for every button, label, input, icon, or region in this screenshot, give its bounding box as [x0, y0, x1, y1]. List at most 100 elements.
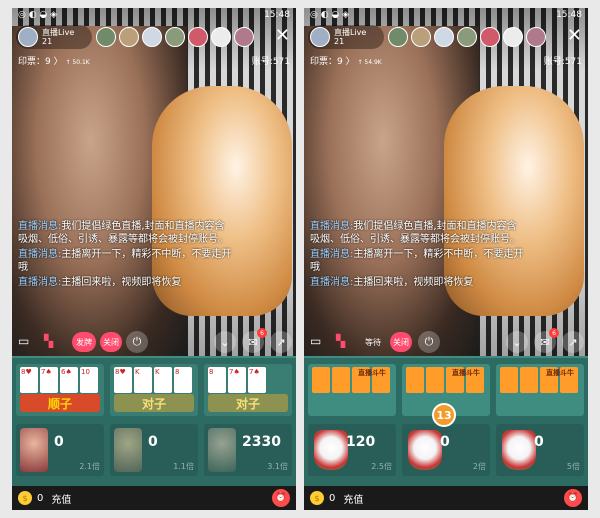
card-hand: 8 7♠ 7♠	[208, 367, 266, 393]
ticket-info[interactable]: 印票：9 〉 ↑ 54.9K	[310, 54, 382, 67]
viewer-avatar[interactable]	[119, 27, 139, 47]
viewer-avatar[interactable]	[211, 27, 231, 47]
ticket-label: 印票：9 〉	[18, 57, 63, 67]
hand-result: 对子	[114, 394, 194, 412]
chat-message: 直播消息:我们提倡绿色直播,封面和直播内容含吸烟、低俗、引诱、暴露等都将会被封停…	[310, 221, 520, 245]
cow-icon	[314, 430, 348, 470]
chat-messages: 直播消息:我们提倡绿色直播,封面和直播内容含吸烟、低俗、引诱、暴露等都将会被封停…	[18, 220, 232, 291]
alarm-icon[interactable]: ⏰	[272, 489, 290, 507]
game-panel: 8♥ 7♠ 6♠ 10 顺子 8♥ K K 8 对子 8 7♠ 7♠ 对子 0 …	[12, 356, 296, 486]
viewer-avatar[interactable]	[165, 27, 185, 47]
coin-balance: 0	[329, 492, 336, 504]
chat-message: 直播消息:主播回来啦，视频即将恢复	[18, 277, 182, 288]
bet-slot[interactable]: 0 2.1倍	[16, 424, 104, 476]
bet-value: 120	[346, 434, 376, 450]
character-image	[20, 428, 48, 472]
viewer-avatar[interactable]	[480, 27, 500, 47]
host-name: 直播Live	[334, 28, 367, 37]
bet-multiplier: 5倍	[566, 462, 580, 471]
status-bar: ◎ ◐ ◒ ◈ 15:48	[304, 8, 588, 22]
ticket-info[interactable]: 印票：9 〉 ↑ 50.1K	[18, 54, 90, 67]
chat-messages: 直播消息:我们提倡绿色直播,封面和直播内容含吸烟、低俗、引诱、暴露等都将会被封停…	[310, 220, 524, 291]
status-icons: ◎ ◐ ◒ ◈	[18, 10, 58, 20]
viewer-avatar[interactable]	[96, 27, 116, 47]
viewer-avatar[interactable]	[411, 27, 431, 47]
status-icons: ◎ ◐ ◒ ◈	[310, 10, 350, 20]
card-board: 直播斗牛	[496, 364, 584, 416]
face-down-card	[312, 367, 330, 393]
card-hand: 8♥ 7♠ 6♠ 10	[20, 367, 98, 393]
host-avatar[interactable]	[310, 27, 330, 47]
cow-icon	[408, 430, 442, 470]
viewer-avatars[interactable]	[96, 27, 254, 47]
hand-result: 顺子	[20, 394, 100, 412]
viewer-avatar[interactable]	[388, 27, 408, 47]
card-board: 8 7♠ 7♠ 对子	[204, 364, 292, 416]
phone-screen-right: ◎ ◐ ◒ ◈ 15:48 直播Live 21 ✕ 印票：9 〉 ↑ 54.9K…	[304, 8, 588, 510]
coin-balance: 0	[37, 492, 44, 504]
account-id: 账号:571	[251, 57, 290, 67]
coin-icon: $	[310, 491, 324, 505]
chat-message: 直播消息:主播回来啦，视频即将恢复	[310, 277, 474, 288]
status-time: 15:48	[556, 10, 582, 20]
bet-slot[interactable]: 0 2倍	[402, 424, 490, 476]
bet-slot[interactable]: 120 2.5倍	[308, 424, 396, 476]
cow-icon	[502, 430, 536, 470]
viewer-avatar[interactable]	[142, 27, 162, 47]
card-board: 直播斗牛	[308, 364, 396, 416]
power-icon[interactable]: ⏻	[418, 331, 440, 353]
host-avatar[interactable]	[18, 27, 38, 47]
face-down-card	[520, 367, 538, 393]
playing-card: K	[134, 367, 152, 393]
recharge-button[interactable]: 充值	[343, 491, 363, 506]
viewer-avatar[interactable]	[503, 27, 523, 47]
hand-result: 对子	[208, 394, 288, 412]
chat-icon[interactable]: ▭	[310, 334, 321, 348]
close-game-button[interactable]: 关闭	[390, 332, 412, 352]
card-label: 直播斗牛	[546, 369, 574, 377]
ticket-small: ↑ 54.9K	[357, 59, 382, 66]
card-hand: 8♥ K K 8	[114, 367, 192, 393]
alarm-icon[interactable]: ⏰	[564, 489, 582, 507]
chat-message: 直播消息:主播离开一下，精彩不中断，不要走开哦	[310, 249, 524, 273]
game-icon[interactable]: ▚	[44, 334, 53, 348]
card-label: 直播斗牛	[358, 369, 386, 377]
viewer-avatar[interactable]	[188, 27, 208, 47]
bet-value: 0	[534, 434, 544, 450]
bet-slot[interactable]: 0 1.1倍	[110, 424, 198, 476]
close-icon[interactable]: ✕	[275, 27, 290, 45]
face-down-card	[500, 367, 518, 393]
card-label: 直播斗牛	[452, 369, 480, 377]
countdown-timer: 13	[432, 403, 456, 427]
game-icon[interactable]: ▚	[336, 334, 345, 348]
viewer-avatars[interactable]	[388, 27, 546, 47]
recharge-button[interactable]: 充值	[51, 491, 71, 506]
deal-button[interactable]: 发牌	[72, 332, 96, 352]
viewer-avatar[interactable]	[526, 27, 546, 47]
viewer-avatar[interactable]	[434, 27, 454, 47]
bet-value: 2330	[242, 434, 281, 450]
chat-icon[interactable]: ▭	[18, 334, 29, 348]
chat-message: 直播消息:我们提倡绿色直播,封面和直播内容含吸烟、低俗、引诱、暴露等都将会被封停…	[18, 221, 228, 245]
close-game-button[interactable]: 关闭	[100, 332, 122, 352]
ticket-label: 印票：9 〉	[310, 57, 355, 67]
share-icon[interactable]: ↗	[562, 331, 584, 353]
account-id: 账号:571	[543, 57, 582, 67]
power-icon[interactable]: ⏻	[126, 331, 148, 353]
collapse-icon[interactable]: ⌄	[214, 331, 236, 353]
bet-multiplier: 1.1倍	[173, 462, 194, 471]
host-info[interactable]: 直播Live 21	[308, 25, 384, 49]
collapse-icon[interactable]: ⌄	[506, 331, 528, 353]
ticket-small: ↑ 50.1K	[65, 59, 90, 66]
viewer-avatar[interactable]	[234, 27, 254, 47]
mail-badge: 6	[549, 328, 559, 338]
share-icon[interactable]: ↗	[270, 331, 292, 353]
close-icon[interactable]: ✕	[567, 27, 582, 45]
bet-multiplier: 2.1倍	[79, 462, 100, 471]
bet-multiplier: 3.1倍	[267, 462, 288, 471]
bet-value: 0	[148, 434, 158, 450]
viewer-avatar[interactable]	[457, 27, 477, 47]
host-info[interactable]: 直播Live 21	[16, 25, 92, 49]
bet-slot[interactable]: 2330 3.1倍	[204, 424, 292, 476]
bet-slot[interactable]: 0 5倍	[496, 424, 584, 476]
